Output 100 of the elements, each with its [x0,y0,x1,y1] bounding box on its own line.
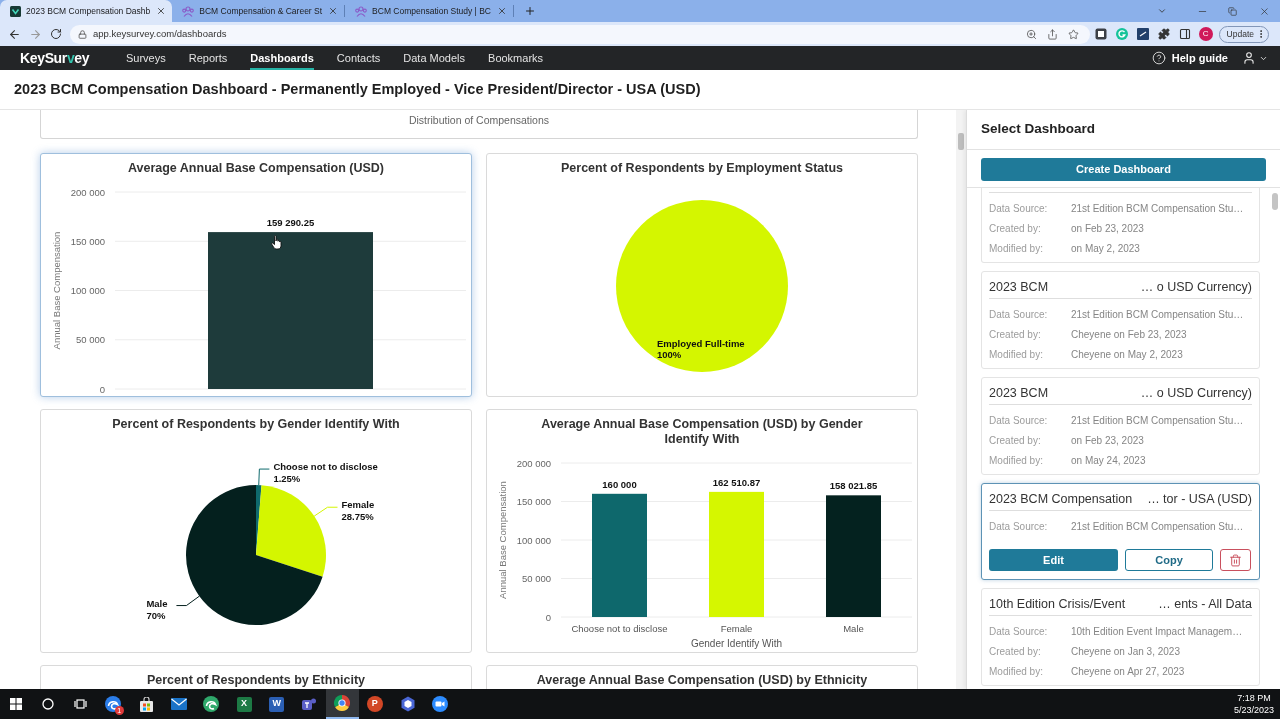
scrollbar-thumb[interactable] [1272,193,1278,210]
nav-link[interactable]: Dashboards [250,46,314,70]
field-value: 21st Edition BCM Compensation Stu… [1071,201,1245,216]
chart-title: Percent of Respondents by Employment Status [561,160,843,176]
page-title: 2023 BCM Compensation Dashboard - Permanently Employed - Vice President/Director - USA (USD) [14,79,701,99]
field-label: Modified by: [989,241,1044,256]
start-icon[interactable] [10,698,22,710]
extension-tile-icon[interactable] [1094,28,1107,40]
hand-cursor-icon [271,235,283,250]
share-icon[interactable] [1046,28,1058,40]
close-tab-icon[interactable] [156,6,167,16]
panel-title: Select Dashboard [981,120,1096,139]
address-bar[interactable]: app.keysurvey.com/dashboards [70,24,1090,44]
x-tick-label: Choose not to disclose [571,623,668,634]
dashboard-card[interactable]: 10th Edition Crisis/Event … ents - All Data Data Source: 10th Edition Event Impact Managem… Created by: Cheyene on Jan 3, 2023 Modified by: Cheyene on Apr 27, 2023 [981,588,1260,686]
dashboard-title[interactable]: 2023 BCM … o USD Currency) [989,378,1252,404]
task-view-icon[interactable] [73,698,87,710]
y-tick-label: 150 000 [70,235,105,247]
help-icon[interactable] [1151,51,1166,65]
browser-tab[interactable]: BCM Compensation & Career St [172,0,345,22]
slice-label: Female 28.75% [341,499,375,523]
field-value: on May 24, 2023 [1071,453,1147,468]
field-value: 10th Edition Event Impact Managem… [1071,624,1244,639]
taskbar-button[interactable] [325,689,359,719]
field-label: Created by: [989,644,1042,659]
field-value: Cheyene on May 2, 2023 [1071,347,1184,362]
puzzle-icon[interactable] [1157,28,1170,40]
scrollbar-thumb[interactable] [958,133,964,150]
slice-label: Choose not to disclose 1.25% [273,461,378,485]
y-tick-label: 200 000 [70,186,105,198]
app-logo: W [269,696,285,712]
zoom-icon[interactable] [1025,28,1037,40]
field-label: Data Source: [989,624,1049,639]
value-label: 158 021.85 [829,480,878,492]
field-value: on Feb 23, 2023 [1071,433,1145,448]
field-label: Modified by: [989,664,1044,679]
dashboard-title[interactable]: 2023 BCM Compensation … tor - USA (USD) [989,484,1252,510]
taskbar-button[interactable]: X [227,689,261,719]
leader-line [258,468,270,486]
help-link[interactable]: Help guide [1171,49,1228,67]
x-tick-label: Female [720,623,753,634]
field-label: Data Source: [989,413,1049,428]
back-icon[interactable] [8,27,21,41]
dashboard-card[interactable]: 2023 BCM Compensation … tor - USA (USD) Data Source: 21st Edition BCM Compensation Stu… Edit Copy [981,483,1260,580]
dashboard-card[interactable]: Data Source: 21st Edition BCM Compensation Stu… Created by: on Feb 23, 2023 Modified by: on May 2, 2023 [981,188,1260,263]
trash-icon [1229,553,1242,567]
y-tick-label: 50 000 [75,334,105,346]
chart-title: Percent of Respondents by Ethnicity [146,672,366,688]
close-tab-icon[interactable] [497,6,507,16]
taskbar-button[interactable]: P [358,689,392,719]
profile-avatar[interactable]: C [1198,27,1213,41]
nav-link[interactable]: Data Models [403,46,466,70]
value-label: 159 290.25 [266,217,315,229]
leader-line [313,506,338,517]
dashboard-title[interactable]: 10th Edition Crisis/Event … ents - All Data [989,589,1252,615]
chart-title: Average Annual Base Compensation (USD) by Ethnicity [536,672,868,688]
field-label: Created by: [989,433,1042,448]
new-tab-icon[interactable] [524,5,536,17]
shopping-bag-icon [138,696,154,712]
nav-link[interactable]: Reports [188,46,228,70]
close-tab-icon[interactable] [328,6,339,16]
y-tick-label: 0 [99,383,105,395]
browser-tab[interactable]: BCM Compensation Study | BC [345,0,513,22]
ring-logo-icon [334,695,351,711]
field-value: Cheyene on Jan 3, 2023 [1071,644,1181,659]
clock-time[interactable]: 7:18 PM [1237,692,1271,704]
app-logo: X [236,696,252,712]
field-value: on Feb 23, 2023 [1071,221,1145,236]
clock-date[interactable]: 5/23/2023 [1233,704,1274,716]
nav-link[interactable]: Contacts [336,46,381,70]
delete-button[interactable] [1220,549,1251,571]
slice-label: Male 70% [146,597,168,621]
logo[interactable]: KeySurvey [20,47,126,69]
taskbar-button[interactable]: W [260,689,294,719]
square-logo-icon[interactable] [1136,28,1149,40]
close-icon[interactable] [1259,5,1270,17]
browser-tab[interactable]: 2023 BCM Compensation Dashb [0,0,173,22]
field-value: Cheyene on Apr 27, 2023 [1071,664,1186,679]
dashboard-title[interactable]: 2023 BCM … o USD Currency) [989,272,1252,298]
field-value: 21st Edition BCM Compensation Stu… [1071,307,1245,322]
url-text[interactable]: app.keysurvey.com/dashboards [93,26,227,42]
value-label: 162 510.87 [712,476,761,488]
field-value: on May 2, 2023 [1071,241,1141,256]
lock-icon [78,29,87,39]
dashboard-card[interactable]: 2023 BCM … o USD Currency) Data Source: 21st Edition BCM Compensation Stu… Created by: Cheyene on Feb 23, 2023 Modified by: Cheyene on May 2, 2023 [981,271,1260,369]
create-button[interactable]: Create Dashboard [981,158,1266,181]
user-icon[interactable] [1242,51,1256,65]
nav-link[interactable]: Bookmarks [488,46,544,70]
nav-link[interactable]: Surveys [126,46,166,70]
chart-title: Percent of Respondents by Gender Identify With [112,416,400,432]
star-icon[interactable] [1067,28,1079,40]
people-icon [182,5,195,17]
search-icon[interactable] [42,698,54,710]
reload-icon[interactable] [50,28,62,40]
copy-button[interactable]: Copy [1125,549,1213,571]
field-value: 21st Edition BCM Compensation Stu… [1071,519,1245,534]
edit-button[interactable]: Edit [989,549,1118,571]
side-panel-icon[interactable] [1178,28,1191,40]
field-label: Modified by: [989,453,1044,468]
dashboard-card[interactable]: 2023 BCM … o USD Currency) Data Source: 21st Edition BCM Compensation Stu… Created by: on Feb 23, 2023 Modified by: on May 24, 2023 [981,377,1260,475]
